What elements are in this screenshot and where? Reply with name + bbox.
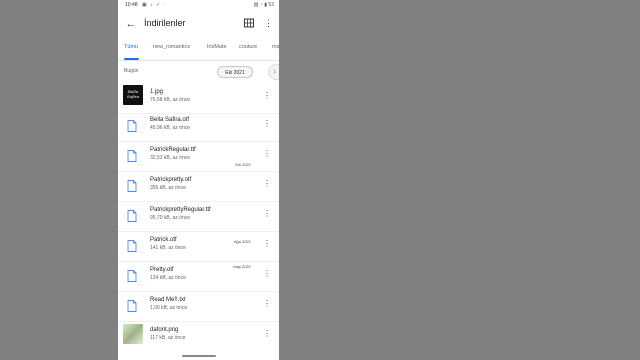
page-title: İndirilenler <box>144 18 186 28</box>
active-tab-indicator <box>124 58 139 60</box>
file-meta: 76,58 kB, az önce <box>150 97 191 103</box>
tab-couture[interactable]: couture <box>239 44 257 50</box>
notification-icons: ▣ ♪ ✓ · <box>142 2 167 8</box>
phone-screen: 10:48 ▣ ♪ ✓ · ▨ ◔ ▮ 53 ← İndirilenler ⋮ … <box>118 0 279 360</box>
image-thumbnail <box>123 324 143 344</box>
list-item[interactable]: Patrickpretty.otf 355 kB, az önce ⋮ <box>118 172 279 202</box>
file-name: Pretty.otf <box>150 267 174 273</box>
back-arrow-icon[interactable]: ← <box>124 17 138 31</box>
file-name: PatrickRegular.ttf <box>150 147 196 153</box>
document-icon <box>127 180 137 192</box>
date-marker: Eki 2021 <box>235 162 251 167</box>
file-name: Patrickpretty.otf <box>150 177 192 183</box>
file-meta: 355 kB, az önce <box>150 185 186 191</box>
more-options-icon[interactable]: ⋮ <box>263 149 271 159</box>
file-name: Bella Safira.otf <box>150 117 190 123</box>
section-header: Bugün Eki 2021 ↕ <box>118 62 279 82</box>
file-meta: 117 kB, az önce <box>150 335 186 341</box>
tab-ma[interactable]: ma <box>272 44 279 50</box>
more-options-icon[interactable]: ⋮ <box>263 329 271 339</box>
file-meta: 32,53 kB, az önce <box>150 155 191 161</box>
more-options-icon[interactable]: ⋮ <box>264 17 273 29</box>
more-options-icon[interactable]: ⋮ <box>263 239 271 249</box>
grid-view-icon[interactable] <box>244 18 254 28</box>
file-meta: 1,00 kB, az önce <box>150 305 188 311</box>
app-bar: ← İndirilenler ⋮ <box>118 12 279 36</box>
file-meta: 95,70 kB, az önce <box>150 215 191 221</box>
list-item[interactable]: dafont.png 117 kB, az önce ⋮ <box>118 322 279 352</box>
file-name: 1.jpg <box>150 89 164 95</box>
document-icon <box>127 270 137 282</box>
date-marker: Ağu 2021 <box>233 239 251 244</box>
sort-button[interactable]: ↕ <box>268 64 279 80</box>
status-bar: 10:48 ▣ ♪ ✓ · ▨ ◔ ▮ 53 <box>118 0 279 12</box>
date-scroll-chip[interactable]: Eki 2021 <box>217 66 253 78</box>
more-options-icon[interactable]: ⋮ <box>263 179 271 189</box>
file-meta: 141 kB, az önce <box>150 245 186 251</box>
tab-insmate[interactable]: InsMate <box>207 44 227 50</box>
file-name: dafont.png <box>150 327 179 333</box>
tab-all[interactable]: Tümü <box>124 44 138 50</box>
file-meta: 45,96 kB, az önce <box>150 125 191 131</box>
list-item[interactable]: Read Me!!.txt 1,00 kB, az önce ⋮ <box>118 292 279 322</box>
file-name: PatrickprettyRegular.ttf <box>150 207 211 213</box>
section-label-today: Bugün <box>124 68 139 74</box>
home-indicator <box>182 355 216 357</box>
file-meta: 124 kB, az önce <box>150 275 186 281</box>
more-options-icon[interactable]: ⋮ <box>263 209 271 219</box>
document-icon <box>127 120 137 132</box>
file-name: Read Me!!.txt <box>150 297 186 303</box>
more-options-icon[interactable]: ⋮ <box>263 91 271 101</box>
list-item[interactable]: Patrick.otf 141 kB, az önce Ağu 2021 ⋮ <box>118 232 279 262</box>
document-icon <box>127 300 137 312</box>
more-options-icon[interactable]: ⋮ <box>263 299 271 309</box>
list-item[interactable]: PatrickprettyRegular.ttf 95,70 kB, az ön… <box>118 202 279 232</box>
more-options-icon[interactable]: ⋮ <box>263 269 271 279</box>
document-icon <box>127 210 137 222</box>
document-icon <box>127 240 137 252</box>
file-name: Patrick.otf <box>150 237 177 243</box>
image-thumbnail: Bella Safira <box>123 85 143 105</box>
tab-new-romantics[interactable]: new_romantics <box>153 44 190 50</box>
list-item[interactable]: Bella Safira 1.jpg 76,58 kB, az önce ⋮ <box>118 84 279 114</box>
system-icons: ▨ ◔ ▮ 53 <box>253 2 274 8</box>
list-item[interactable]: PatrickRegular.ttf 32,53 kB, az önce Eki… <box>118 142 279 172</box>
more-options-icon[interactable]: ⋮ <box>263 119 271 129</box>
date-marker: May 2021 <box>233 264 251 269</box>
status-time: 10:48 <box>125 2 138 8</box>
thumbnail-text: Bella Safira <box>126 89 140 99</box>
document-icon <box>127 150 137 162</box>
filter-tabs: Tümü new_romantics InsMate couture ma <box>118 40 279 61</box>
list-item[interactable]: Pretty.otf 124 kB, az önce May 2021 ⋮ <box>118 262 279 292</box>
list-item[interactable]: Bella Safira.otf 45,96 kB, az önce ⋮ <box>118 112 279 142</box>
